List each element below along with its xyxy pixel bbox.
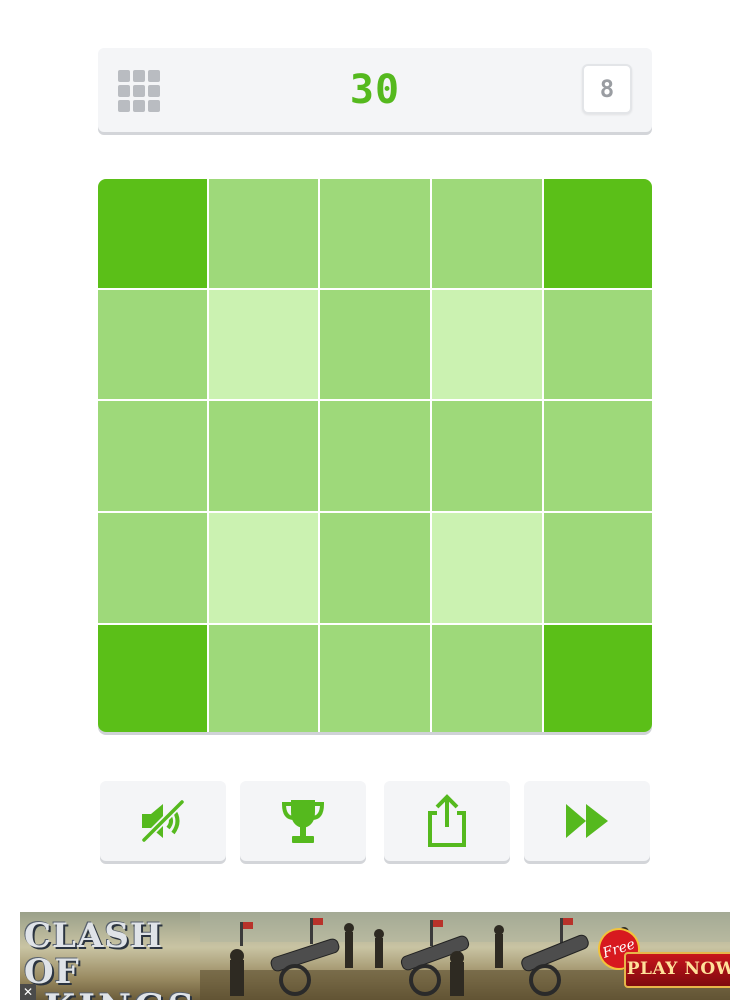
score-bar: 30 8 — [98, 48, 652, 132]
board-tile[interactable] — [544, 179, 652, 288]
board-tile[interactable] — [320, 179, 430, 288]
board-tile[interactable] — [432, 625, 542, 732]
ad-play-now-button[interactable]: PLAY NOW — [624, 952, 730, 988]
share-icon — [428, 794, 466, 847]
fast-forward-icon — [566, 804, 608, 838]
trophy-icon — [281, 800, 325, 843]
level-badge: 8 — [582, 64, 632, 114]
leaderboard-button[interactable] — [240, 781, 366, 861]
board-tile[interactable] — [320, 625, 430, 732]
board-tile[interactable] — [98, 290, 207, 399]
board-tile[interactable] — [209, 625, 318, 732]
board-tile[interactable] — [432, 401, 542, 511]
score-value: 30 — [349, 67, 401, 113]
sound-muted-icon — [141, 799, 185, 843]
ad-game-logo: CLASH OF KINGS — [24, 916, 214, 1000]
board-tile[interactable] — [98, 179, 207, 288]
board-tile[interactable] — [432, 513, 542, 623]
board-tile[interactable] — [209, 401, 318, 511]
board-tile[interactable] — [432, 290, 542, 399]
board-tile[interactable] — [320, 513, 430, 623]
control-bar — [100, 781, 650, 863]
ad-logo-line2: KINGS — [24, 990, 214, 1000]
board-tile[interactable] — [98, 625, 207, 732]
skip-button[interactable] — [524, 781, 650, 861]
share-button[interactable] — [384, 781, 510, 861]
game-board — [98, 179, 652, 732]
board-tile[interactable] — [320, 401, 430, 511]
board-tile[interactable] — [544, 290, 652, 399]
board-tile[interactable] — [544, 401, 652, 511]
mute-button[interactable] — [100, 781, 226, 861]
board-tile[interactable] — [544, 625, 652, 732]
board-tile[interactable] — [209, 179, 318, 288]
ad-banner[interactable]: CLASH OF KINGS Free PLAY NOW — [20, 912, 730, 1000]
board-tile[interactable] — [209, 290, 318, 399]
ad-logo-line1: CLASH OF — [24, 916, 164, 992]
board-tile[interactable] — [98, 513, 207, 623]
board-tile[interactable] — [98, 401, 207, 511]
ad-close-icon[interactable]: ✕ — [20, 984, 36, 1000]
board-tile[interactable] — [544, 513, 652, 623]
board-tile[interactable] — [432, 179, 542, 288]
board-tile[interactable] — [320, 290, 430, 399]
board-tile[interactable] — [209, 513, 318, 623]
